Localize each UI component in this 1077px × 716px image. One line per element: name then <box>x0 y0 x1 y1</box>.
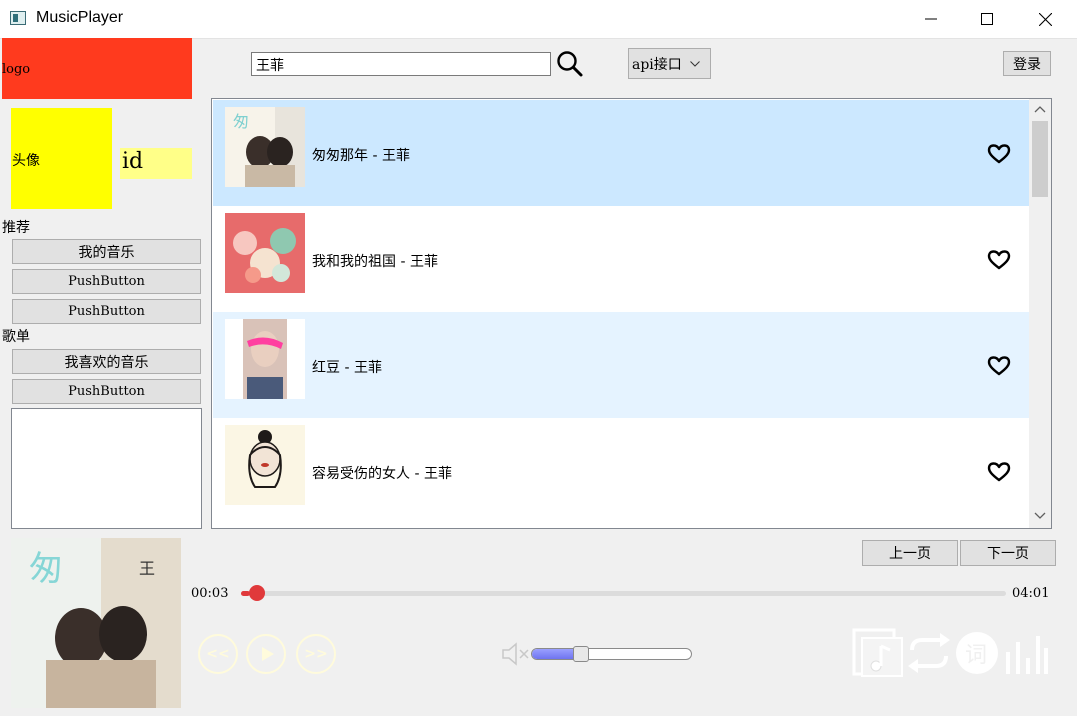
maximize-button[interactable] <box>964 0 1010 38</box>
next-track-symbol: >> <box>304 646 328 662</box>
api-select-value: api接口 <box>632 56 682 73</box>
song-list[interactable]: 匆 匆匆那年 - 王菲 我和我的祖国 - 王菲 红豆 - 王菲 容易受伤的女人 … <box>211 98 1052 529</box>
music-library-icon[interactable] <box>852 628 904 678</box>
app-icon <box>10 11 26 25</box>
heart-icon[interactable] <box>987 462 1011 482</box>
song-cover <box>225 319 305 399</box>
song-row[interactable]: 容易受伤的女人 - 王菲 <box>213 418 1030 524</box>
song-title: 红豆 - 王菲 <box>312 360 382 376</box>
recommend-section-label: 推荐 <box>2 220 30 236</box>
svg-text:匆: 匆 <box>29 549 63 589</box>
lyrics-icon[interactable]: 词 <box>954 628 1000 678</box>
current-time: 00:03 <box>191 586 229 601</box>
song-row[interactable]: 我和我的祖国 - 王菲 <box>213 206 1030 312</box>
scroll-up-icon[interactable] <box>1034 105 1046 113</box>
song-row[interactable]: 红豆 - 王菲 <box>213 312 1030 418</box>
chevron-down-icon <box>689 60 700 67</box>
logo-label: logo <box>2 62 31 77</box>
progress-bar[interactable] <box>241 591 1006 596</box>
logo-area <box>2 38 192 99</box>
volume-slider[interactable] <box>531 648 692 660</box>
user-id-label: id <box>122 149 144 174</box>
minimize-button[interactable] <box>908 0 954 38</box>
play-icon <box>261 647 274 661</box>
repeat-icon[interactable] <box>904 628 954 678</box>
song-title: 匆匆那年 - 王菲 <box>312 148 410 164</box>
recommend-button-2[interactable]: PushButton <box>12 269 201 294</box>
previous-track-button[interactable]: << <box>198 634 238 674</box>
login-button[interactable]: 登录 <box>1003 51 1051 76</box>
heart-icon[interactable] <box>987 356 1011 376</box>
volume-icon[interactable] <box>500 640 530 668</box>
playlist-button-2[interactable]: PushButton <box>12 379 201 404</box>
recommend-button-3[interactable]: PushButton <box>12 299 201 324</box>
window-title: MusicPlayer <box>36 9 124 26</box>
avatar-label: 头像 <box>12 153 40 169</box>
close-button[interactable] <box>1022 0 1068 38</box>
song-cover <box>225 425 305 505</box>
song-cover <box>225 213 305 293</box>
prev-page-button[interactable]: 上一页 <box>862 540 958 566</box>
song-title: 容易受伤的女人 - 王菲 <box>312 466 452 482</box>
svg-text:王: 王 <box>139 559 155 578</box>
playlist-section-label: 歌单 <box>2 329 30 345</box>
song-row[interactable]: 匆 匆匆那年 - 王菲 <box>213 100 1030 206</box>
now-playing-cover: 匆 王 <box>11 538 181 708</box>
svg-text:词: 词 <box>965 643 987 668</box>
next-page-button[interactable]: 下一页 <box>960 540 1056 566</box>
maximize-icon <box>981 13 993 25</box>
search-input[interactable]: 王菲 <box>251 52 551 76</box>
volume-handle[interactable] <box>572 646 589 662</box>
scrollbar-thumb[interactable] <box>1032 121 1048 197</box>
liked-music-button[interactable]: 我喜欢的音乐 <box>12 349 201 374</box>
close-icon <box>1038 12 1052 26</box>
api-select[interactable]: api接口 <box>628 48 711 79</box>
total-time: 04:01 <box>1012 586 1050 601</box>
scroll-down-icon[interactable] <box>1034 512 1046 520</box>
minimize-icon <box>925 18 937 20</box>
playlist-list[interactable] <box>11 408 202 529</box>
search-icon[interactable] <box>556 50 584 78</box>
song-title: 我和我的祖国 - 王菲 <box>312 254 438 270</box>
previous-track-symbol: << <box>206 646 230 662</box>
heart-icon[interactable] <box>987 250 1011 270</box>
equalizer-icon[interactable] <box>1002 628 1050 678</box>
my-music-button[interactable]: 我的音乐 <box>12 239 201 264</box>
next-track-button[interactable]: >> <box>296 634 336 674</box>
progress-handle[interactable] <box>249 585 266 601</box>
play-button[interactable] <box>246 634 286 674</box>
song-cover: 匆 <box>225 107 305 187</box>
heart-icon[interactable] <box>987 144 1011 164</box>
svg-text:匆: 匆 <box>233 112 249 131</box>
